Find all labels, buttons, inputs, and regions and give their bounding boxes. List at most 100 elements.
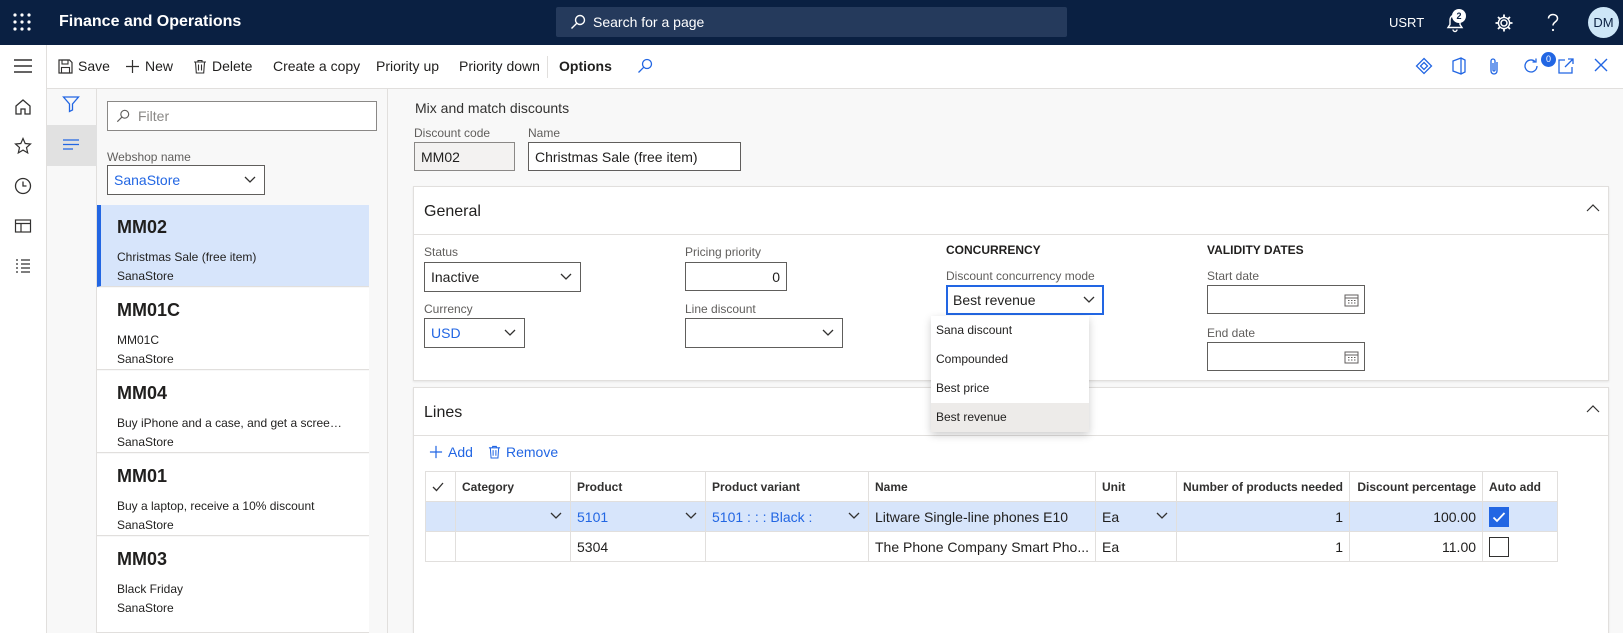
close-icon[interactable] xyxy=(1593,57,1609,73)
record-code: MM03 xyxy=(117,549,168,569)
record-webshop: SanaStore xyxy=(117,435,174,449)
app-title[interactable]: Finance and Operations xyxy=(59,13,241,31)
category-cell[interactable] xyxy=(455,501,571,532)
help-icon[interactable] xyxy=(1546,13,1560,33)
products-needed-cell[interactable]: 1 xyxy=(1175,501,1351,532)
lines-fasttab-title[interactable]: Lines xyxy=(424,404,462,422)
column-header-name[interactable]: Name xyxy=(868,471,1096,502)
chevron-up-icon[interactable] xyxy=(1586,203,1600,212)
auto-add-checkbox[interactable] xyxy=(1489,506,1510,527)
modules-list-icon[interactable] xyxy=(14,257,32,275)
record-webshop: SanaStore xyxy=(117,269,174,283)
refresh-icon[interactable] xyxy=(1522,57,1540,75)
calendar-icon[interactable] xyxy=(1344,293,1359,307)
list-item[interactable]: MM01C MM01C SanaStore xyxy=(97,288,369,370)
record-webshop: SanaStore xyxy=(117,352,174,366)
row-selector[interactable] xyxy=(425,531,456,562)
list-item[interactable]: MM03 Black Friday SanaStore xyxy=(97,537,369,633)
name-label: Name xyxy=(528,126,561,140)
priority-down-button[interactable]: Priority down xyxy=(459,58,540,74)
company-picker[interactable]: USRT xyxy=(1389,15,1424,30)
name-field[interactable]: Christmas Sale (free item) xyxy=(528,142,741,171)
open-new-window-icon[interactable] xyxy=(1557,57,1575,75)
column-header-discount-percentage[interactable]: Discount percentage xyxy=(1349,471,1484,502)
select-all-checkmark[interactable] xyxy=(425,471,456,502)
user-avatar[interactable]: DM xyxy=(1588,7,1619,38)
column-header-auto-add[interactable]: Auto add xyxy=(1482,471,1559,502)
product-cell[interactable]: 5101 xyxy=(570,501,706,532)
power-apps-icon[interactable] xyxy=(1415,57,1433,75)
new-button[interactable]: New xyxy=(125,58,173,74)
webshop-select[interactable]: SanaStore xyxy=(107,165,265,195)
end-date-field[interactable] xyxy=(1207,342,1365,371)
save-button[interactable]: Save xyxy=(58,58,110,74)
chevron-down-icon[interactable] xyxy=(848,512,860,520)
column-header-product-variant[interactable]: Product variant xyxy=(705,471,869,502)
create-copy-button[interactable]: Create a copy xyxy=(273,58,360,74)
remove-line-button[interactable]: Remove xyxy=(488,444,558,460)
dropdown-option-sana-discount[interactable]: Sana discount xyxy=(931,316,1089,345)
favorites-star-icon[interactable] xyxy=(14,137,32,155)
line-discount-select[interactable] xyxy=(685,318,843,348)
search-placeholder: Search for a page xyxy=(593,14,705,30)
auto-add-cell xyxy=(1482,501,1559,532)
variant-cell[interactable] xyxy=(705,531,869,562)
priority-up-button[interactable]: Priority up xyxy=(376,58,439,74)
concurrency-heading: CONCURRENCY xyxy=(946,243,1041,257)
home-icon[interactable] xyxy=(14,98,32,116)
status-select[interactable]: Inactive xyxy=(424,262,581,292)
recent-clock-icon[interactable] xyxy=(14,177,32,195)
pricing-priority-field[interactable]: 0 xyxy=(685,262,787,291)
options-tab[interactable]: Options xyxy=(559,58,612,74)
dropdown-option-best-price[interactable]: Best price xyxy=(931,374,1089,403)
column-header-product[interactable]: Product xyxy=(570,471,706,502)
unit-value: Ea xyxy=(1102,508,1120,525)
list-item[interactable]: MM02 Christmas Sale (free item) SanaStor… xyxy=(97,205,369,287)
record-webshop: SanaStore xyxy=(117,518,174,532)
chevron-down-icon[interactable] xyxy=(685,512,697,520)
name-cell: Litware Single-line phones E10 xyxy=(868,501,1096,532)
column-header-unit[interactable]: Unit xyxy=(1095,471,1177,502)
currency-select[interactable]: USD xyxy=(424,318,525,348)
filter-funnel-icon[interactable] xyxy=(62,95,80,113)
row-selector[interactable] xyxy=(425,501,456,532)
attachment-icon[interactable] xyxy=(1487,57,1501,77)
product-cell[interactable]: 5304 xyxy=(570,531,706,562)
unit-cell[interactable]: Ea xyxy=(1095,501,1177,532)
page-search-box[interactable]: Search for a page xyxy=(556,7,1067,37)
unit-cell[interactable]: Ea xyxy=(1095,531,1177,562)
office-icon[interactable] xyxy=(1451,57,1467,75)
delete-button[interactable]: Delete xyxy=(193,58,252,74)
auto-add-checkbox[interactable] xyxy=(1489,536,1510,557)
hamburger-menu-icon[interactable] xyxy=(13,58,33,74)
table-row[interactable]: 5304 The Phone Company Smart Pho... Ea 1… xyxy=(425,531,1559,562)
chevron-down-icon[interactable] xyxy=(1156,512,1168,520)
table-row[interactable]: 5101 5101 : : : Black : Litware Single-l… xyxy=(425,501,1559,532)
record-code: MM02 xyxy=(117,217,168,237)
add-line-button[interactable]: Add xyxy=(429,444,473,460)
column-header-products-needed[interactable]: Number of products needed xyxy=(1175,471,1351,502)
dropdown-option-best-revenue[interactable]: Best revenue xyxy=(931,403,1089,432)
discount-percentage-cell[interactable]: 11.00 xyxy=(1349,531,1484,562)
calendar-icon[interactable] xyxy=(1344,350,1359,364)
general-fasttab-title[interactable]: General xyxy=(424,203,481,221)
top-bar: Finance and Operations Search for a page… xyxy=(0,0,1623,45)
action-search-icon[interactable] xyxy=(637,58,658,74)
start-date-field[interactable] xyxy=(1207,285,1365,314)
list-item[interactable]: MM01 Buy a laptop, receive a 10% discoun… xyxy=(97,454,369,536)
gear-icon[interactable] xyxy=(1494,13,1514,33)
workspaces-icon[interactable] xyxy=(14,217,32,235)
chevron-up-icon[interactable] xyxy=(1586,404,1600,413)
app-launcher-icon[interactable] xyxy=(12,12,32,32)
filter-input[interactable]: Filter xyxy=(107,101,377,131)
dropdown-option-compounded[interactable]: Compounded xyxy=(931,345,1089,374)
discount-percentage-cell[interactable]: 100.00 xyxy=(1349,501,1484,532)
chevron-down-icon[interactable] xyxy=(550,512,562,520)
products-needed-cell[interactable]: 1 xyxy=(1175,531,1351,562)
variant-cell[interactable]: 5101 : : : Black : xyxy=(705,501,869,532)
column-header-category[interactable]: Category xyxy=(455,471,571,502)
list-view-toggle[interactable] xyxy=(47,125,97,166)
list-item[interactable]: MM04 Buy iPhone and a case, and get a sc… xyxy=(97,371,369,453)
category-cell[interactable] xyxy=(455,531,571,562)
concurrency-mode-select[interactable]: Best revenue xyxy=(946,285,1104,315)
